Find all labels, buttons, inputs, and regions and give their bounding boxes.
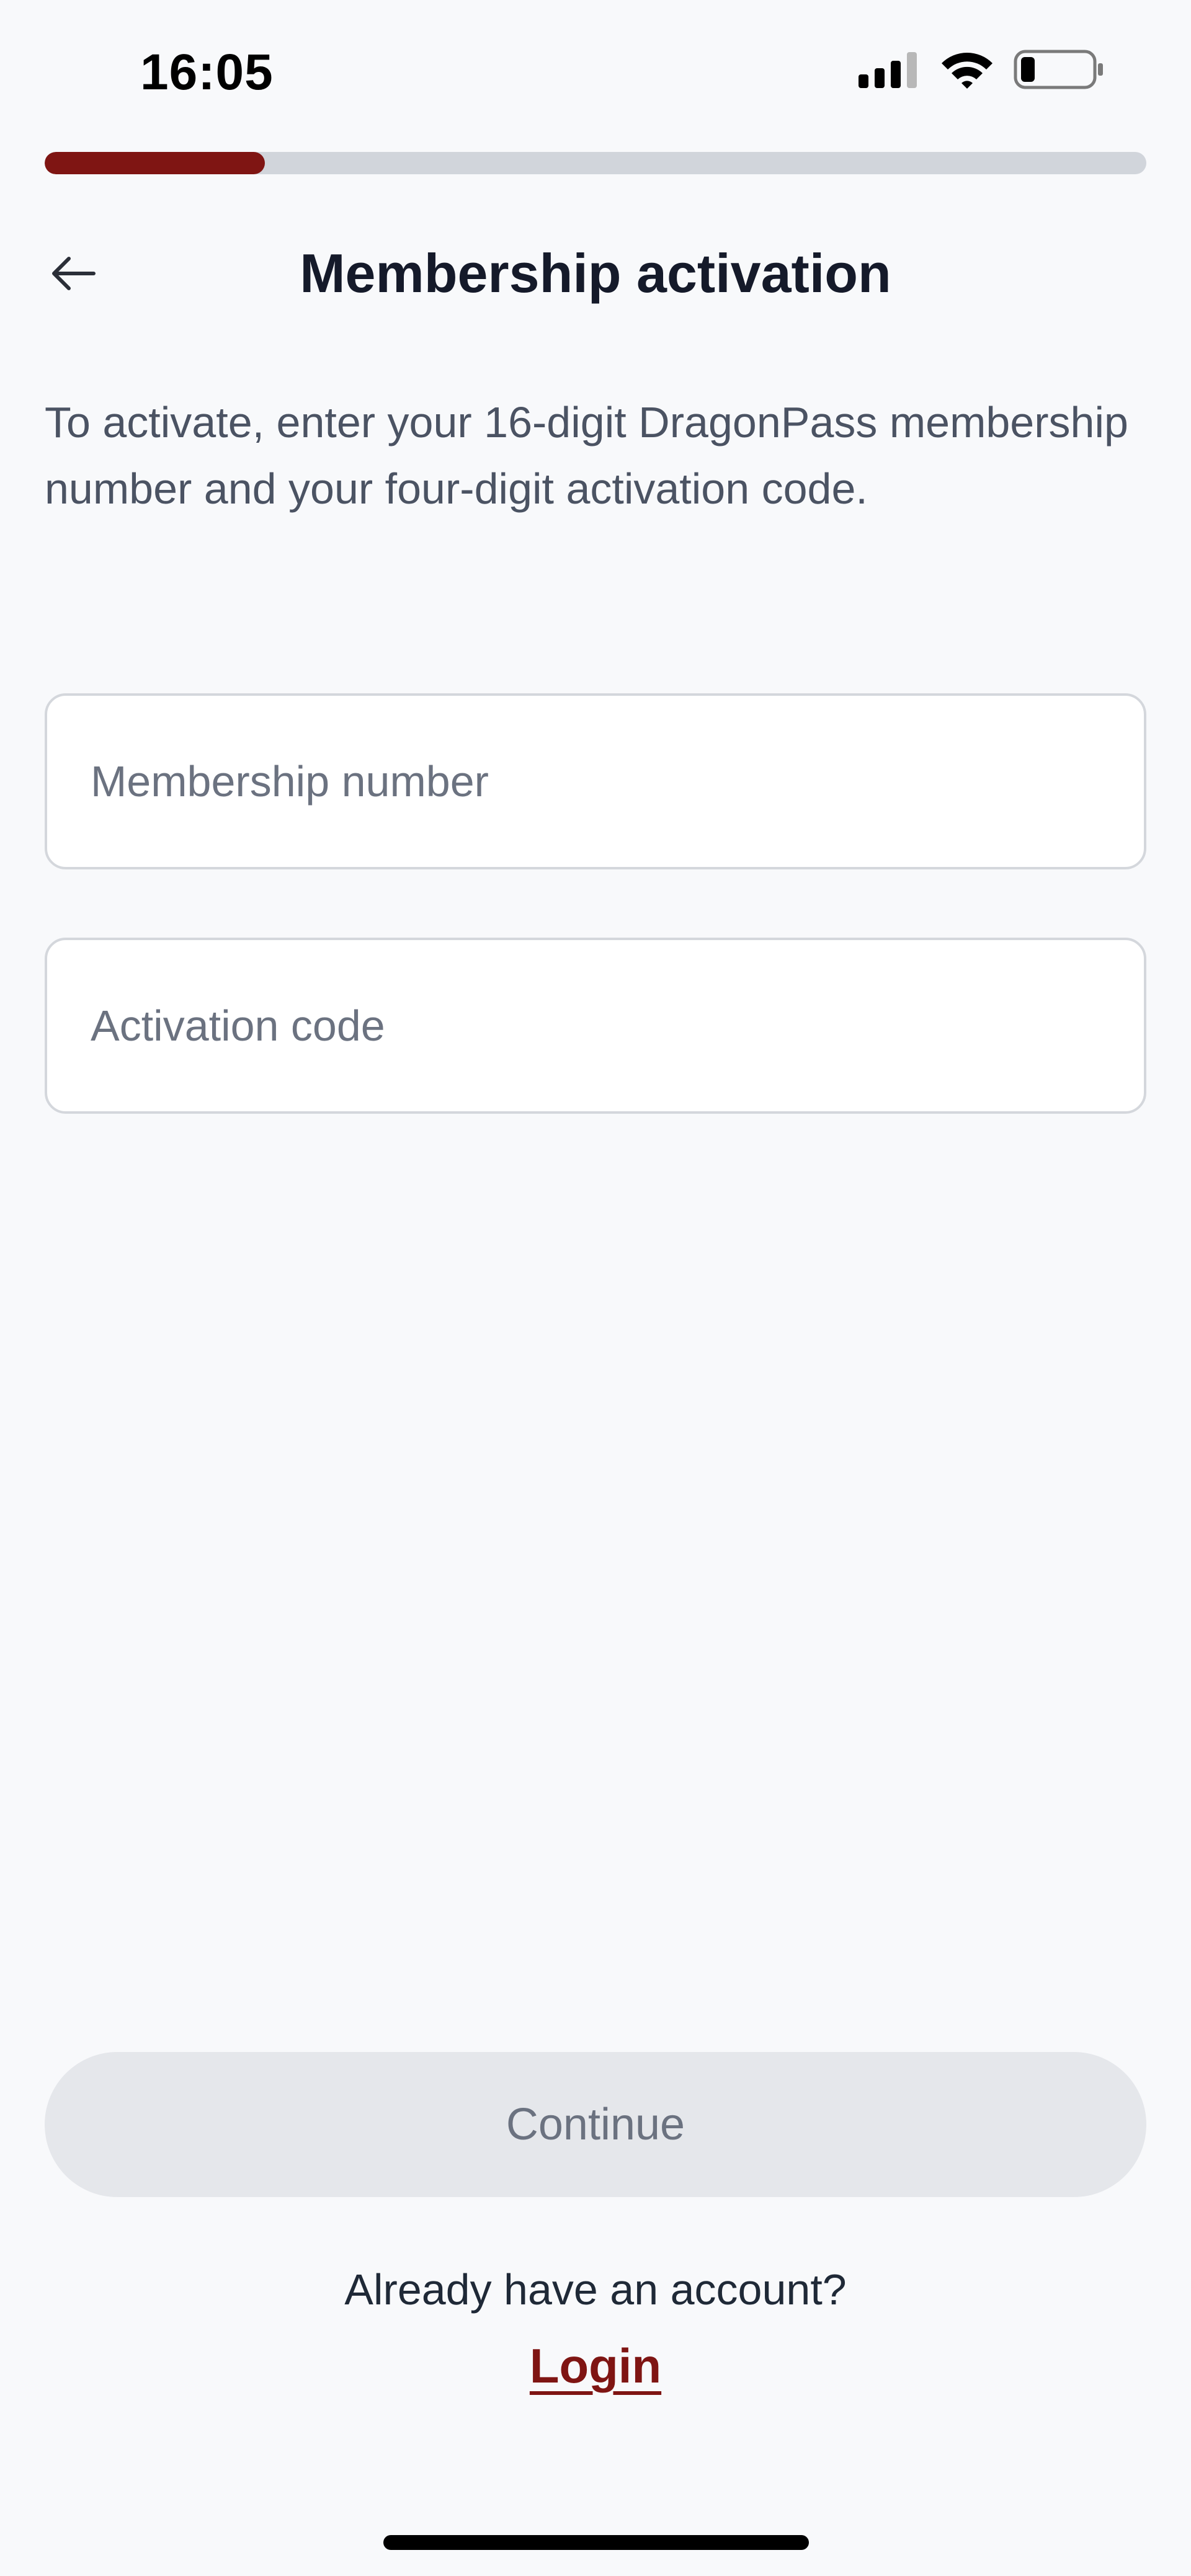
battery-icon [1014, 50, 1104, 92]
home-indicator [383, 2535, 809, 2550]
status-icons [859, 48, 1104, 93]
membership-activation-screen: 16:05 Membership activation To activate,… [0, 0, 1191, 2576]
membership-number-field[interactable] [45, 693, 1146, 869]
cellular-signal-icon [859, 51, 921, 91]
instructions-text: To activate, enter your 16-digit DragonP… [45, 398, 1128, 513]
continue-button[interactable]: Continue [45, 2052, 1146, 2197]
activation-code-field[interactable] [45, 938, 1146, 1114]
status-time: 16:05 [140, 44, 274, 100]
page-title: Membership activation [300, 242, 891, 304]
progress-bar [45, 152, 1146, 174]
wifi-icon [939, 50, 995, 92]
membership-number-input[interactable] [47, 696, 1144, 867]
activation-code-input[interactable] [47, 940, 1144, 1111]
progress-fill [45, 152, 265, 174]
already-have-account-text: Already have an account? [344, 2265, 847, 2314]
login-link[interactable]: Login [0, 2338, 1191, 2394]
